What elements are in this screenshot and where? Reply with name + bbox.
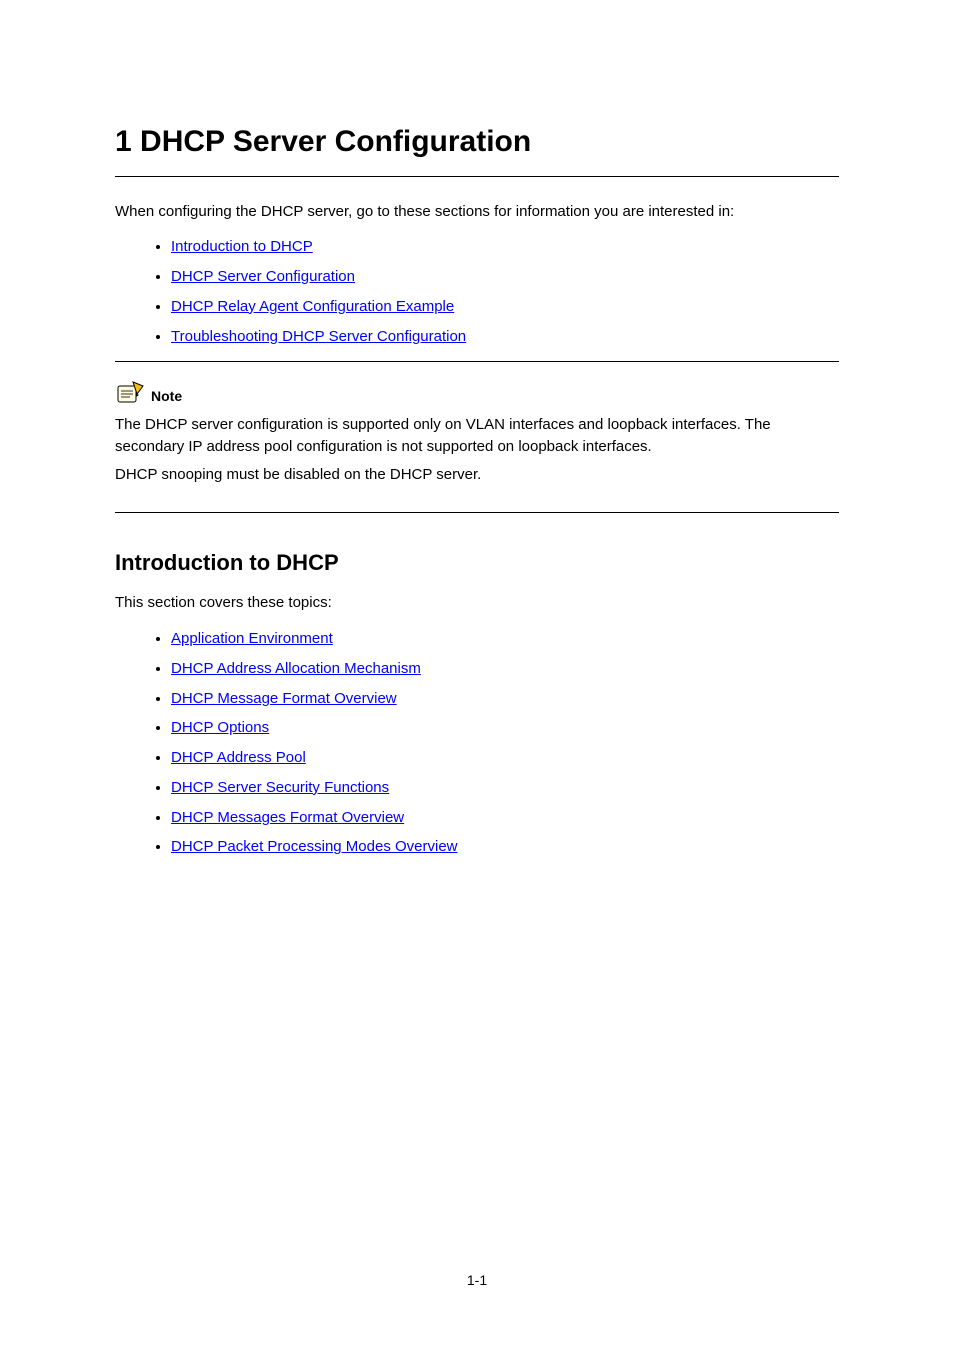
list-item: DHCP Server Security Functions — [171, 777, 839, 799]
chapter-title: 1 DHCP Server Configuration — [115, 120, 839, 164]
list-item: Introduction to DHCP — [171, 236, 839, 258]
section-link-list: Application Environment DHCP Address All… — [115, 628, 839, 858]
chapter-number: 1 — [115, 125, 132, 158]
intro-paragraph: When configuring the DHCP server, go to … — [115, 201, 839, 223]
section-heading: Introduction to DHCP — [115, 547, 839, 579]
list-item: DHCP Options — [171, 717, 839, 739]
link-dhcp-server-config[interactable]: DHCP Server Configuration — [171, 268, 355, 285]
link-intro-dhcp[interactable]: Introduction to DHCP — [171, 238, 313, 255]
note-bottom-rule — [115, 512, 839, 513]
link-options[interactable]: DHCP Options — [171, 719, 269, 736]
list-item: DHCP Messages Format Overview — [171, 807, 839, 829]
list-item: DHCP Server Configuration — [171, 266, 839, 288]
note-line-2: DHCP snooping must be disabled on the DH… — [115, 464, 839, 486]
section-intro: This section covers these topics: — [115, 592, 839, 614]
note-top-rule — [115, 361, 839, 362]
link-troubleshooting[interactable]: Troubleshooting DHCP Server Configuratio… — [171, 328, 466, 345]
top-link-list: Introduction to DHCP DHCP Server Configu… — [115, 236, 839, 347]
list-item: Troubleshooting DHCP Server Configuratio… — [171, 326, 839, 348]
link-alloc-mech[interactable]: DHCP Address Allocation Mechanism — [171, 660, 421, 677]
list-item: DHCP Relay Agent Configuration Example — [171, 296, 839, 318]
link-address-pool[interactable]: DHCP Address Pool — [171, 749, 306, 766]
list-item: DHCP Address Allocation Mechanism — [171, 658, 839, 680]
page-number: 1-1 — [0, 1270, 954, 1290]
chapter-title-text: DHCP Server Configuration — [140, 125, 531, 158]
note-block: Note The DHCP server configuration is su… — [115, 380, 839, 485]
link-relay-example[interactable]: DHCP Relay Agent Configuration Example — [171, 298, 454, 315]
link-app-env[interactable]: Application Environment — [171, 630, 333, 647]
note-label: Note — [151, 386, 182, 406]
link-security[interactable]: DHCP Server Security Functions — [171, 779, 389, 796]
list-item: DHCP Packet Processing Modes Overview — [171, 836, 839, 858]
list-item: Application Environment — [171, 628, 839, 650]
list-item: DHCP Message Format Overview — [171, 688, 839, 710]
link-msg-format[interactable]: DHCP Message Format Overview — [171, 690, 397, 707]
chapter-rule — [115, 176, 839, 177]
link-msg-format-2[interactable]: DHCP Messages Format Overview — [171, 809, 404, 826]
list-item: DHCP Address Pool — [171, 747, 839, 769]
link-packet-modes[interactable]: DHCP Packet Processing Modes Overview — [171, 838, 458, 855]
note-icon — [115, 380, 145, 406]
note-line-1: The DHCP server configuration is support… — [115, 414, 839, 458]
